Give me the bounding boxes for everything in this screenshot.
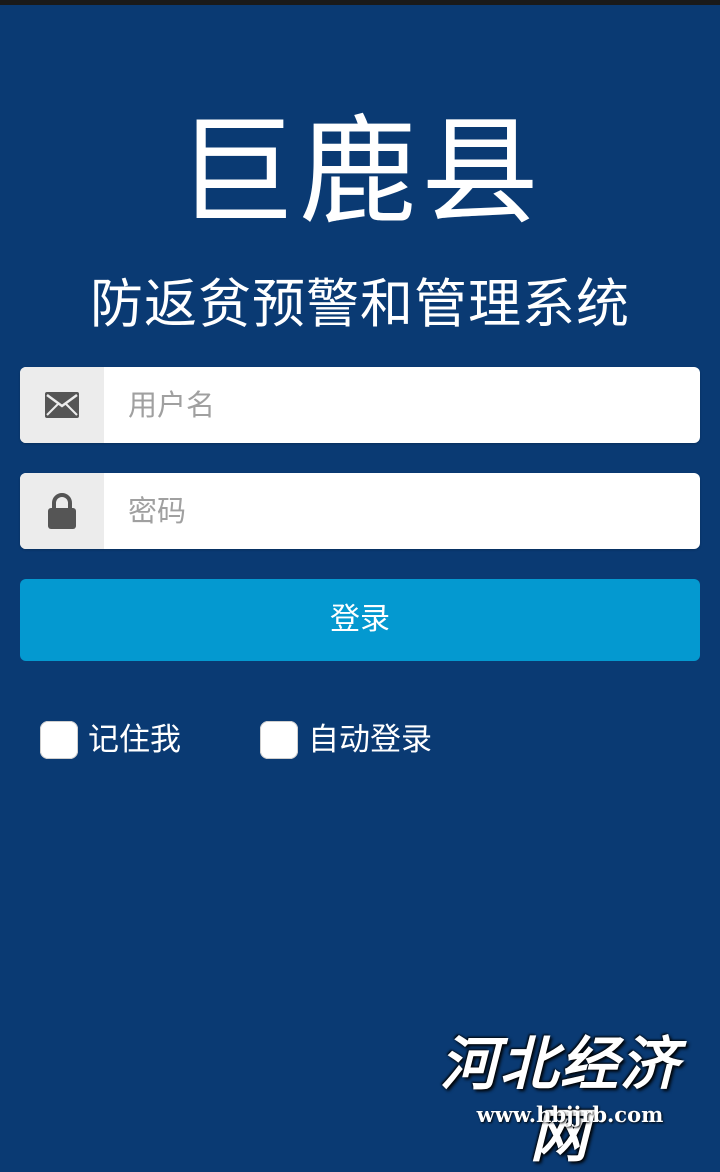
lock-icon [48,493,76,529]
app-title: 巨鹿县 [176,103,543,241]
auto-login-checkbox[interactable] [260,721,298,759]
login-button[interactable]: 登录 [20,579,700,661]
lock-icon-box [20,473,104,549]
password-field[interactable] [20,473,700,549]
envelope-icon [45,392,79,418]
watermark: 河北经济网 www.hbjjrb.com [415,1028,705,1170]
envelope-icon-box [20,367,104,443]
watermark-url: www.hbjjrb.com [476,1102,664,1127]
status-bar [0,0,720,5]
password-input[interactable] [104,473,688,549]
app-subtitle: 防返贫预警和管理系统 [90,274,630,335]
auto-login-option[interactable]: 自动登录 [260,718,432,762]
remember-me-checkbox[interactable] [40,721,78,759]
watermark-text: 河北经济网 [439,1030,680,1170]
username-input[interactable] [104,367,688,443]
remember-me-option[interactable]: 记住我 [40,718,181,762]
remember-me-label: 记住我 [88,722,181,758]
username-field[interactable] [20,367,700,443]
auto-login-label: 自动登录 [308,722,432,758]
